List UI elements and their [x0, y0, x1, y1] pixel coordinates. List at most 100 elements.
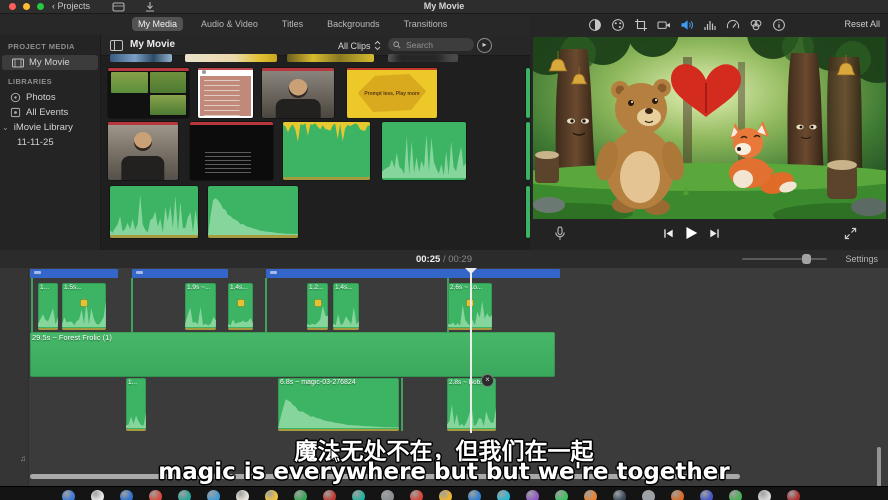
search-icon	[393, 41, 401, 49]
sidebar-item-my-movie[interactable]: My Movie	[2, 55, 98, 70]
photos-icon	[10, 92, 21, 103]
zoom-slider[interactable]	[742, 258, 827, 260]
timeline-clip[interactable]: 1...	[126, 378, 146, 431]
play-button[interactable]	[683, 225, 699, 241]
audio-clip-thumbnail[interactable]	[110, 186, 198, 238]
person-video-thumbnail[interactable]	[262, 68, 334, 118]
stabilization-camera-icon[interactable]	[657, 18, 671, 32]
sidebar-toggle-icon[interactable]	[110, 40, 123, 51]
reset-all-button[interactable]: Reset All	[844, 19, 880, 29]
dock-icon[interactable]	[207, 490, 220, 500]
sidebar-item-label: 11-11-25	[17, 137, 54, 148]
filmstrip-thumbnail[interactable]	[388, 54, 458, 62]
dock-icon[interactable]	[555, 490, 568, 500]
playhead-handle[interactable]	[465, 268, 477, 274]
person-video-thumbnail[interactable]	[108, 122, 178, 180]
dock-icon[interactable]	[323, 490, 336, 500]
dock-icon[interactable]	[642, 490, 655, 500]
inspector-toolbar: Reset All	[530, 14, 888, 36]
clip-connector	[31, 278, 33, 333]
audio-clip-thumbnail[interactable]	[283, 122, 370, 180]
promo-thumbnail[interactable]: Prompt less, Play more	[347, 68, 437, 118]
sidebar-item-all-events[interactable]: All Events	[0, 105, 100, 120]
title-bar-clip[interactable]	[132, 269, 228, 278]
waveform	[38, 308, 58, 327]
sidebar-item-label: iMovie Library	[14, 122, 73, 133]
title-bar-clip[interactable]	[30, 269, 118, 278]
search-input[interactable]	[404, 39, 468, 51]
waveform	[126, 413, 146, 428]
voiceover-mic-icon[interactable]	[554, 226, 566, 241]
tab-backgrounds[interactable]: Backgrounds	[321, 17, 386, 31]
video-thumbnail-collage[interactable]	[108, 68, 189, 118]
timeline-clip[interactable]: 6.8s ~ magic-03-276824	[278, 378, 399, 431]
info-icon[interactable]	[772, 18, 786, 32]
dock-icon[interactable]	[439, 490, 452, 500]
playhead[interactable]	[470, 268, 472, 433]
sidebar-item-imovie-library[interactable]: ⌄ iMovie Library	[0, 120, 100, 135]
clip-connector	[131, 278, 133, 333]
tab-transitions[interactable]: Transitions	[398, 17, 454, 31]
dock-icon[interactable]	[497, 490, 510, 500]
dock-icon[interactable]	[787, 490, 800, 500]
noise-reduction-icon[interactable]	[703, 18, 717, 32]
filmstrip-thumbnail[interactable]	[287, 54, 374, 62]
fullscreen-icon[interactable]	[844, 227, 857, 240]
dock-icon[interactable]	[671, 490, 684, 500]
dock-icon[interactable]	[178, 490, 191, 500]
dock-icon[interactable]	[381, 490, 394, 500]
dock-icon[interactable]	[584, 490, 597, 500]
tab-audio-video[interactable]: Audio & Video	[195, 17, 264, 31]
dock-icon[interactable]	[758, 490, 771, 500]
crop-icon[interactable]	[634, 18, 648, 32]
dock-icon[interactable]	[149, 490, 162, 500]
dock-icon[interactable]	[294, 490, 307, 500]
preview-image	[533, 37, 886, 219]
color-balance-icon[interactable]	[588, 18, 602, 32]
timeline-clip[interactable]: 1.5s...	[62, 283, 106, 330]
timeline-clip[interactable]: 1.4s...	[333, 283, 359, 330]
dock-icon[interactable]	[700, 490, 713, 500]
dock-icon[interactable]	[526, 490, 539, 500]
filmstrip-thumbnail[interactable]	[185, 54, 277, 62]
total-time: / 00:29	[443, 254, 472, 265]
dock-icon[interactable]	[62, 490, 75, 500]
settings-button[interactable]: Settings	[845, 254, 878, 264]
filmstrip-thumbnail[interactable]	[110, 54, 172, 62]
zoom-slider-knob[interactable]	[802, 254, 811, 264]
audio-clip-thumbnail[interactable]	[208, 186, 298, 238]
timeline-clip[interactable]: 1...	[38, 283, 58, 330]
chevron-down-icon: ⌄	[2, 123, 9, 132]
clip-filter-dropdown[interactable]: All Clips	[338, 40, 381, 51]
timeline-clip-music[interactable]: 29.5s ~ Forest Frolic (1)	[30, 332, 555, 377]
skip-forward-button[interactable]	[708, 227, 721, 240]
advance-arrow-icon[interactable]: ▸	[477, 38, 492, 53]
timeline-clip[interactable]: 1.2...	[307, 283, 328, 330]
speed-gauge-icon[interactable]	[726, 18, 740, 32]
dock-icon[interactable]	[265, 490, 278, 500]
title-bar-clip[interactable]	[266, 269, 560, 278]
dock-icon[interactable]	[468, 490, 481, 500]
search-field[interactable]	[388, 38, 474, 51]
timeline-clip[interactable]: 1.9s ~...	[185, 283, 216, 330]
timeline-clip[interactable]: 1.4s...	[228, 283, 253, 330]
dock-icon[interactable]	[91, 490, 104, 500]
mute-badge-icon[interactable]: ×	[481, 374, 494, 387]
dock-icon[interactable]	[613, 490, 626, 500]
dock-icon[interactable]	[120, 490, 133, 500]
tab-my-media[interactable]: My Media	[132, 17, 183, 31]
tab-titles[interactable]: Titles	[276, 17, 309, 31]
skip-back-button[interactable]	[662, 227, 675, 240]
dock-icon[interactable]	[729, 490, 742, 500]
clip-filter-icon[interactable]	[749, 18, 763, 32]
notes-thumbnail[interactable]	[198, 68, 253, 118]
audio-clip-thumbnail[interactable]	[382, 122, 466, 180]
color-correction-icon[interactable]	[611, 18, 625, 32]
dock-icon[interactable]	[352, 490, 365, 500]
dock-icon[interactable]	[236, 490, 249, 500]
code-screen-thumbnail[interactable]	[190, 122, 273, 180]
dock-icon[interactable]	[410, 490, 423, 500]
sidebar-item-photos[interactable]: Photos	[0, 90, 100, 105]
sidebar-item-date[interactable]: 11-11-25	[0, 135, 100, 150]
volume-icon[interactable]	[680, 18, 694, 32]
